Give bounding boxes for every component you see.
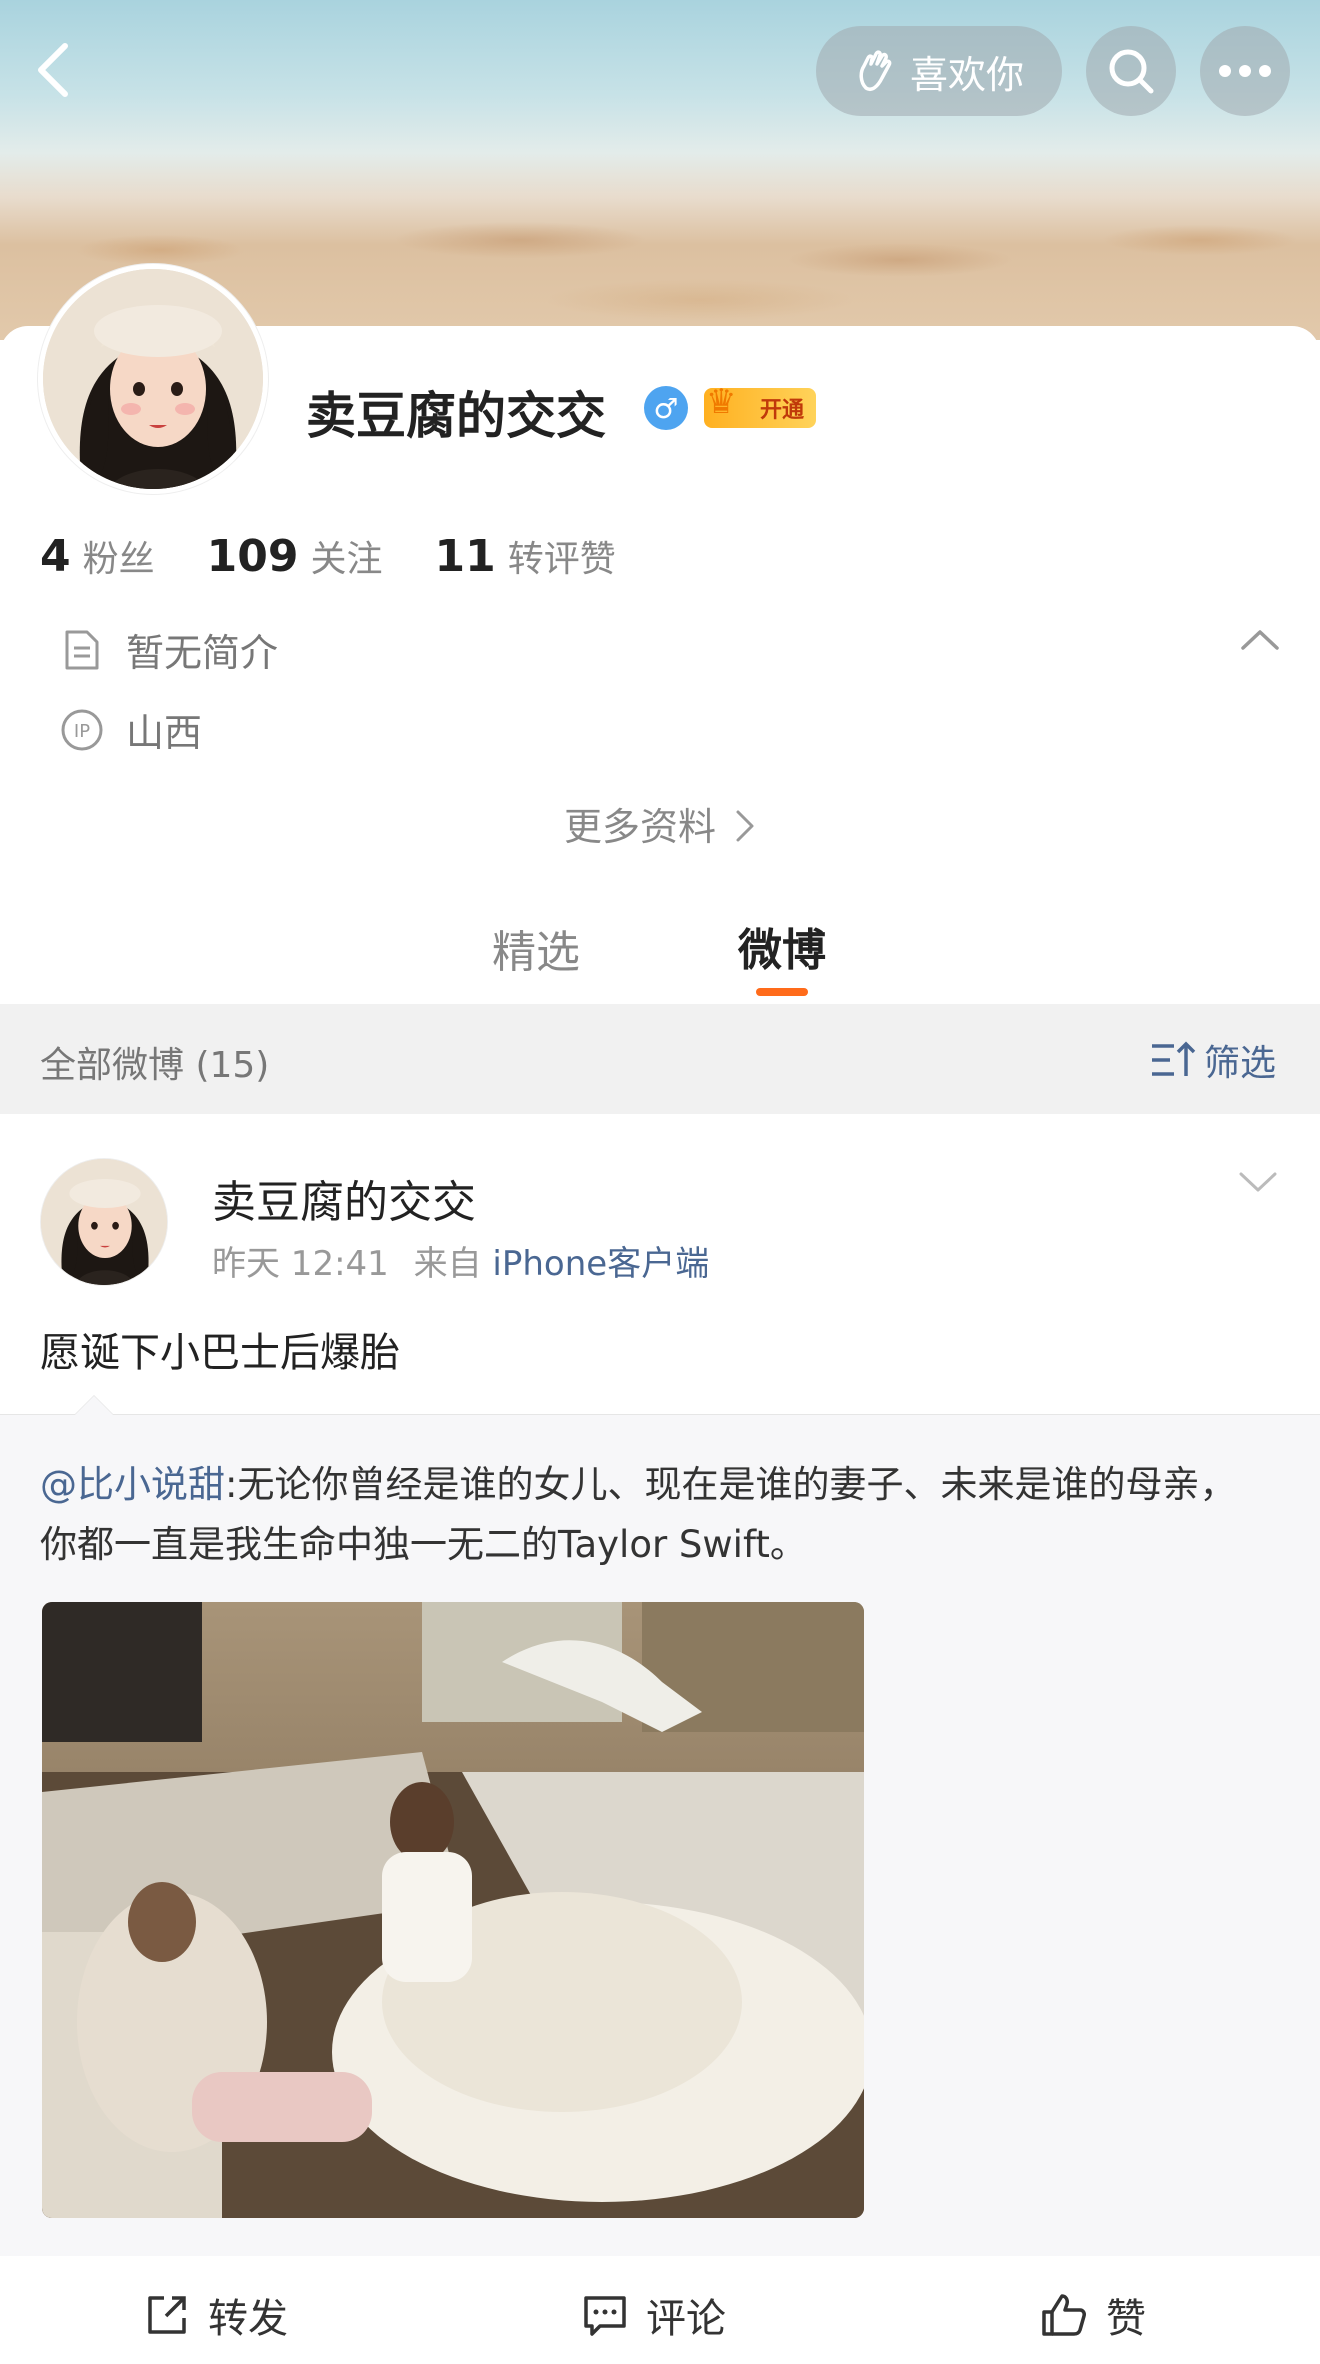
crown-icon: ♛: [706, 382, 737, 422]
active-tab-indicator: [756, 988, 808, 996]
comment-label: 评论: [646, 2296, 726, 2342]
document-icon: [60, 628, 104, 672]
ip-location-icon: IP: [60, 708, 104, 752]
post-time: 昨天 12:41: [212, 1244, 389, 1284]
post-author-name[interactable]: 卖豆腐的交交: [212, 1166, 476, 1230]
repost-text: @比小说甜:无论你曾经是谁的女儿、现在是谁的妻子、未来是谁的母亲， 你都一直是我…: [40, 1455, 1290, 1575]
ip-location-text: 山西: [126, 711, 203, 755]
repost-button[interactable]: 转发: [144, 2286, 288, 2344]
post-action-bar: 转发 评论 赞: [0, 2256, 1320, 2364]
chevron-right-icon: [736, 810, 754, 842]
like-label: 赞: [1106, 2296, 1146, 2342]
profile-tabs: 精选 微博: [0, 904, 1320, 1004]
tab-weibo[interactable]: 微博: [738, 914, 826, 978]
comment-button[interactable]: 评论: [582, 2286, 726, 2344]
avatar-illustration: [43, 269, 263, 489]
stat-following[interactable]: 109 关注: [207, 530, 383, 582]
male-icon: ♂: [644, 386, 688, 430]
collapse-button[interactable]: [1240, 628, 1280, 656]
filter-bar: 全部微博 (15) 筛选: [0, 1004, 1320, 1114]
ip-row: IP 山西: [60, 702, 202, 757]
post-avatar[interactable]: [40, 1158, 168, 1286]
filter-icon: [1151, 1041, 1196, 1076]
like-you-label: 喜欢你: [909, 52, 1024, 97]
profile-stats: 4 粉丝 109 关注 11 转评赞: [40, 530, 668, 582]
post-from-prefix: 来自: [413, 1244, 482, 1284]
more-info-link[interactable]: 更多资料: [0, 796, 1320, 851]
wedding-photo-illustration: [42, 1602, 864, 2218]
filter-label: 筛选: [1203, 1043, 1276, 1084]
avatar-illustration: [41, 1159, 167, 1285]
stat-interactions[interactable]: 11 转评赞: [435, 530, 616, 582]
stat-number: 4: [40, 531, 71, 582]
chevron-up-icon: [1241, 630, 1279, 650]
stat-label: 粉丝: [82, 539, 155, 580]
search-button[interactable]: [1086, 26, 1176, 116]
filter-button[interactable]: 筛选: [1150, 1034, 1276, 1086]
comment-icon: [584, 2296, 626, 2336]
repost-notch: [74, 1395, 114, 1415]
repost-text-line2: 你都一直是我生命中独一无二的Taylor Swift。: [40, 1523, 807, 1566]
post-source[interactable]: iPhone客户端: [492, 1244, 709, 1284]
search-icon: [1109, 49, 1154, 94]
repost-label: 转发: [208, 2296, 288, 2342]
vip-badge[interactable]: ♛ 开通: [704, 382, 816, 428]
post-menu-button[interactable]: [1238, 1170, 1278, 1198]
more-dots-icon: [1219, 65, 1271, 77]
repost-photo[interactable]: [42, 1602, 864, 2218]
profile-nickname: 卖豆腐的交交: [306, 387, 606, 445]
chevron-down-icon: [1239, 1172, 1277, 1192]
stat-number: 109: [206, 531, 299, 582]
tab-featured[interactable]: 精选: [492, 916, 580, 980]
all-posts-count: 全部微博 (15): [40, 1045, 270, 1086]
bio-text: 暂无简介: [126, 631, 279, 675]
stat-label: 转评赞: [507, 539, 616, 580]
repost-text-line1: :无论你曾经是谁的女儿、现在是谁的妻子、未来是谁的母亲，: [225, 1463, 1237, 1506]
more-info-label: 更多资料: [563, 805, 716, 849]
stat-number: 11: [434, 531, 496, 582]
stat-followers[interactable]: 4 粉丝: [40, 530, 155, 582]
hand-wave-icon: [859, 50, 892, 91]
share-icon: [148, 2296, 186, 2334]
like-button[interactable]: 赞: [1040, 2286, 1146, 2344]
back-button[interactable]: [18, 30, 88, 110]
vip-label: 开通: [759, 398, 804, 423]
post-meta: 昨天 12:41 来自 iPhone客户端: [212, 1236, 709, 1285]
bio-row: 暂无简介: [60, 622, 278, 677]
svg-text:IP: IP: [74, 721, 90, 742]
like-you-button[interactable]: 喜欢你: [816, 26, 1062, 116]
post-text: 愿诞下小巴士后爆胎: [40, 1330, 400, 1376]
avatar[interactable]: [38, 264, 268, 494]
chevron-left-icon: [38, 43, 68, 97]
thumbs-up-icon: [1042, 2294, 1086, 2336]
repost-mention[interactable]: @比小说甜: [40, 1463, 225, 1506]
more-button[interactable]: [1200, 26, 1290, 116]
stat-label: 关注: [310, 539, 383, 580]
